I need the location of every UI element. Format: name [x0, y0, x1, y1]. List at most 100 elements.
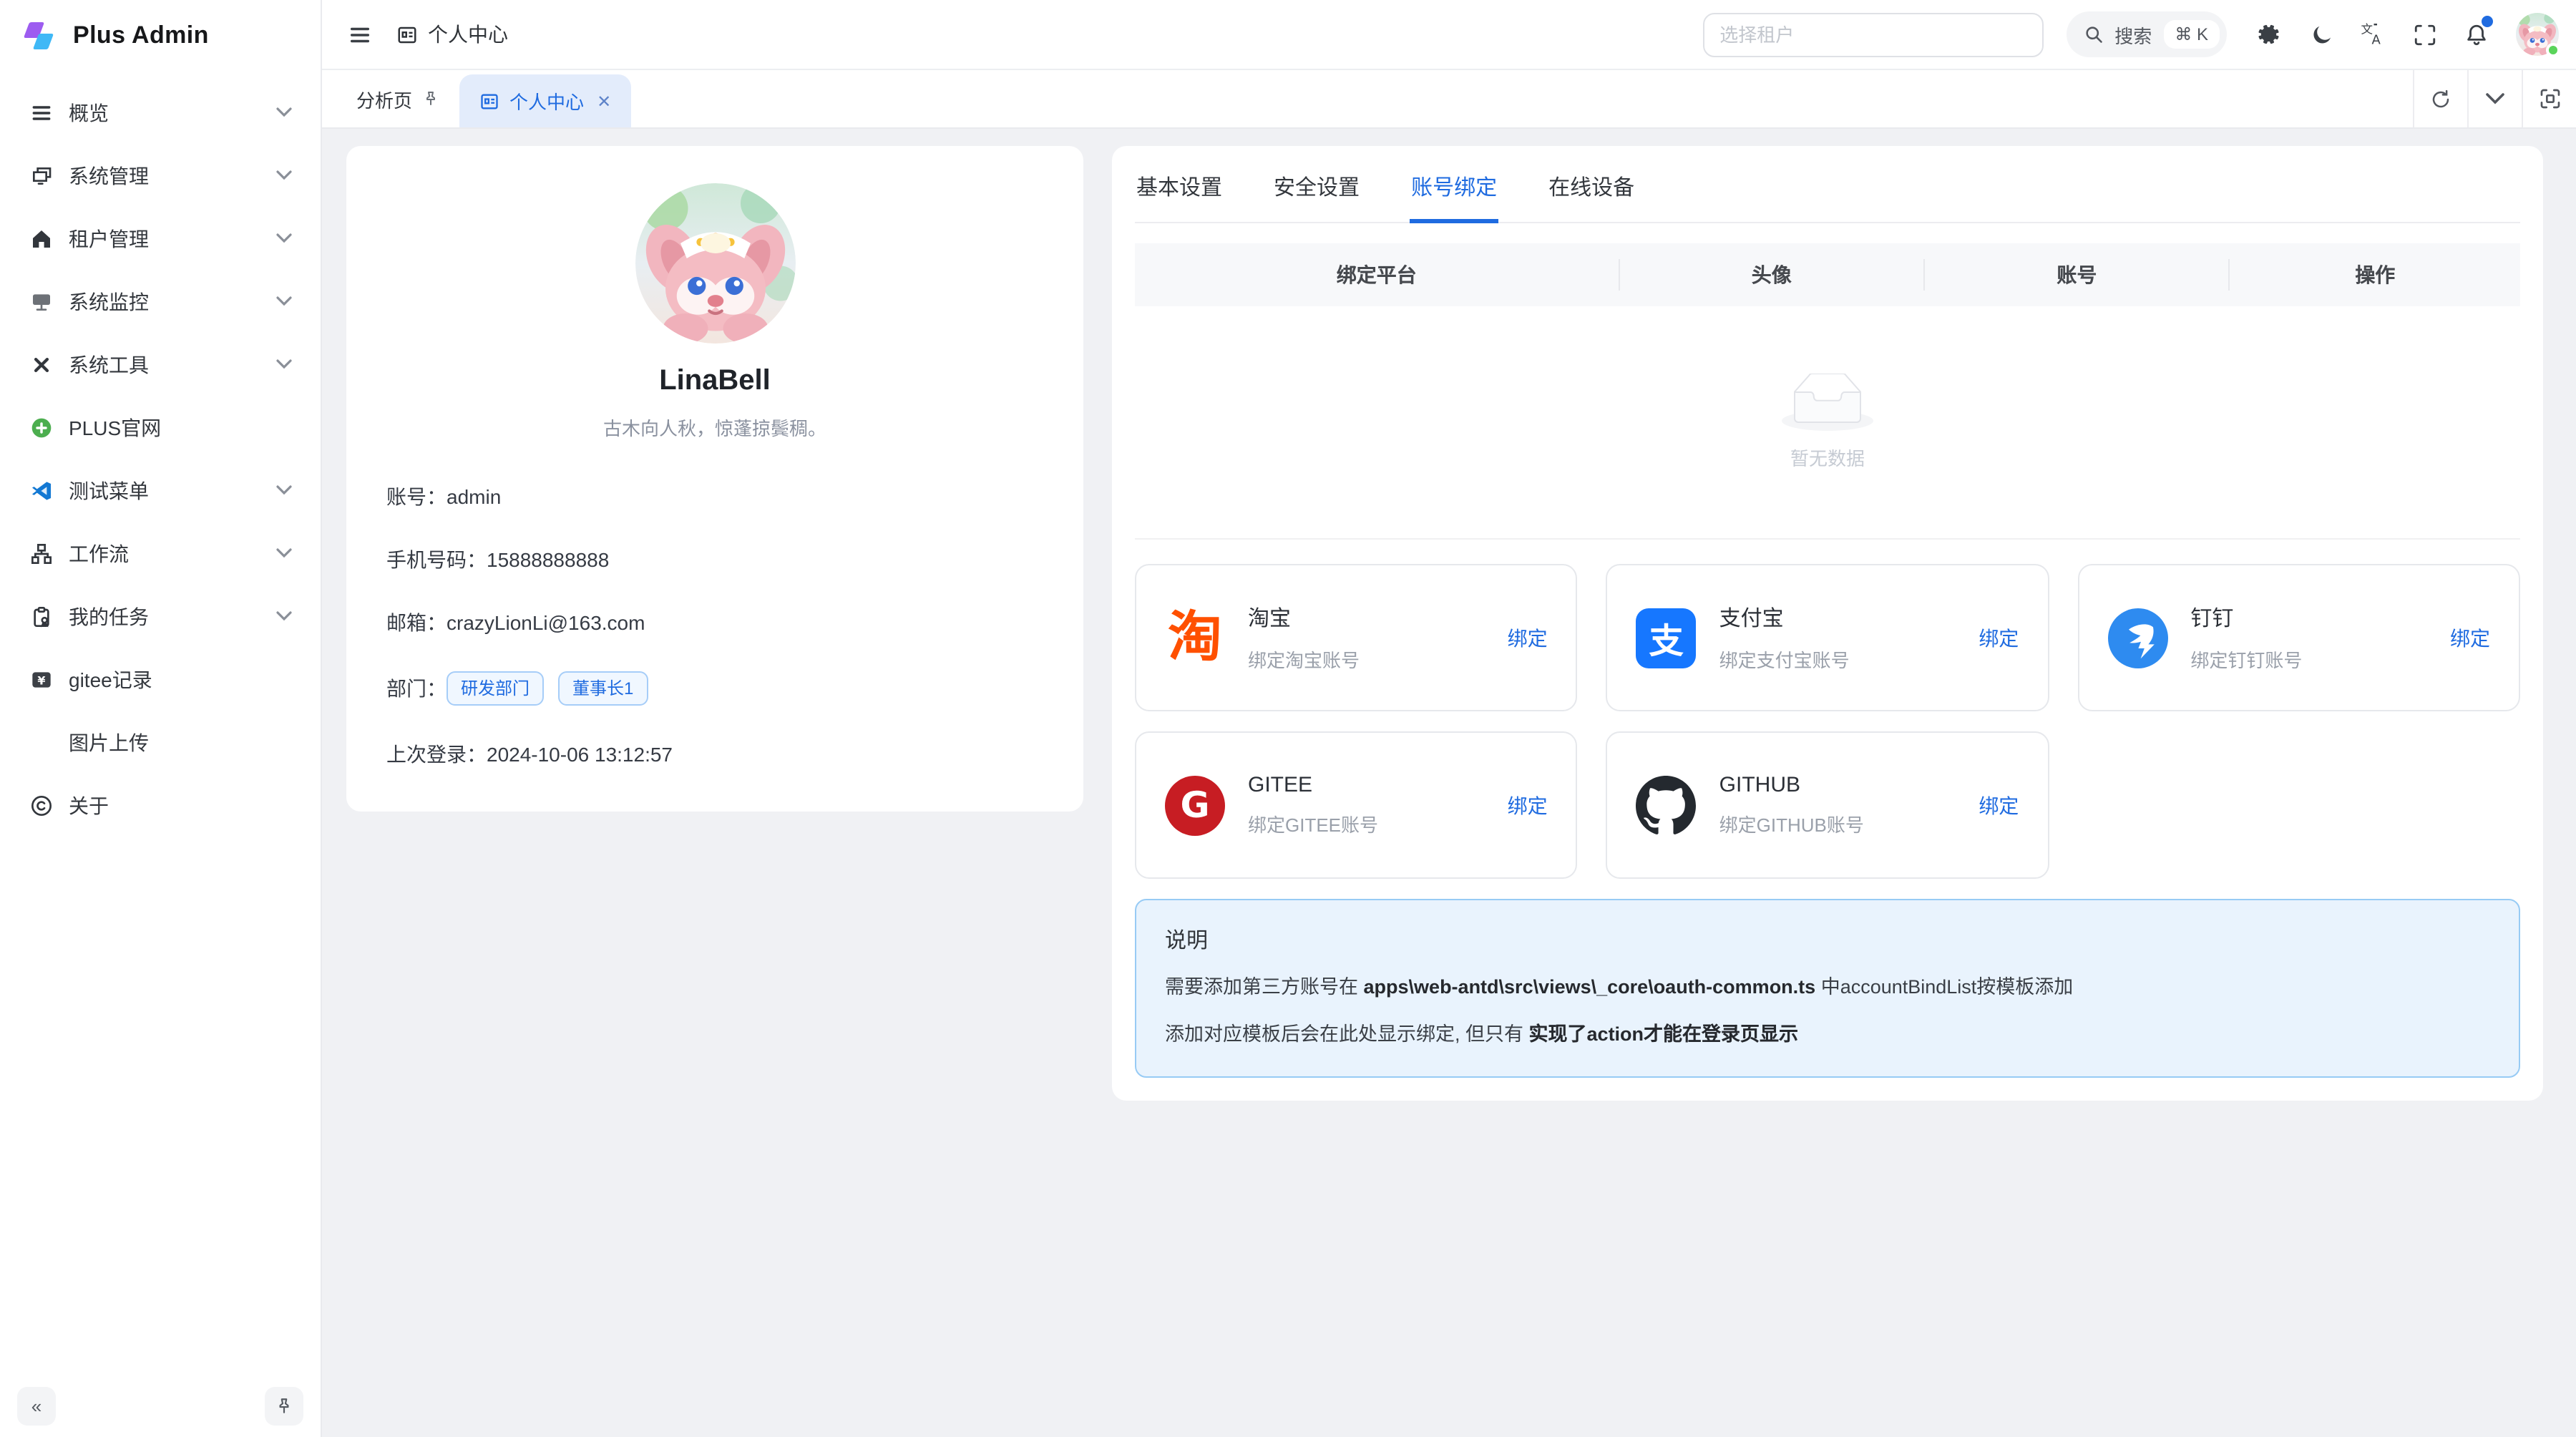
- avatar-image: [635, 183, 795, 344]
- panel-tabs: 基本设置 安全设置 账号绑定 在线设备: [1135, 146, 2520, 223]
- top-header: 个人中心 搜索 ⌘ K 文A: [322, 0, 2576, 70]
- sidebar: Plus Admin 概览 系统管理 租户管理: [0, 0, 322, 1437]
- brand-logo-icon: [20, 16, 60, 56]
- sidebar-item-overview[interactable]: 概览: [14, 86, 306, 139]
- monitor-icon: [29, 163, 53, 187]
- tab-analysis[interactable]: 分析页: [336, 70, 459, 127]
- empty-box-icon: [1782, 374, 1873, 432]
- binding-card-github: GITHUB 绑定GITHUB账号 绑定: [1606, 731, 2049, 879]
- id-card-icon: [479, 91, 499, 111]
- fullscreen-button[interactable]: [2401, 11, 2447, 57]
- binding-cards: 淘 淘宝 绑定淘宝账号 绑定 支 支付宝: [1135, 564, 2520, 879]
- sidebar-item-plus-website[interactable]: PLUS官网: [14, 401, 306, 454]
- sidebar-item-my-tasks[interactable]: 我的任务: [14, 590, 306, 643]
- hamburger-icon: [347, 22, 371, 47]
- tab-security-settings[interactable]: 安全设置: [1272, 146, 1361, 222]
- sidebar-item-system-management[interactable]: 系统管理: [14, 149, 306, 202]
- app-logo: Plus Admin: [0, 0, 321, 72]
- pin-icon: [422, 90, 439, 107]
- close-tab-icon[interactable]: ✕: [597, 91, 611, 111]
- sidebar-item-workflow[interactable]: 工作流: [14, 527, 306, 580]
- user-avatar[interactable]: [2516, 13, 2559, 56]
- sidebar-item-about[interactable]: 关于: [14, 779, 306, 832]
- gitee-icon: G: [1165, 775, 1225, 835]
- empty-state: 暂无数据: [1135, 306, 2520, 538]
- platform-desc: 绑定GITEE账号: [1248, 810, 1378, 837]
- note-line-1: 需要添加第三方账号在 apps\web-antd\src\views\_core…: [1165, 973, 2490, 1002]
- breadcrumb[interactable]: 个人中心: [396, 20, 508, 49]
- profile-card: LinaBell 古木向人秋，惊蓬掠鬓稠。 账号： admin 手机号码： 15…: [346, 146, 1083, 812]
- taobao-icon: 淘: [1165, 608, 1225, 668]
- sidebar-item-image-upload[interactable]: 图片上传: [14, 716, 306, 769]
- bind-link-github[interactable]: 绑定: [1979, 791, 2019, 819]
- maximize-content-button[interactable]: [2522, 70, 2576, 127]
- binding-card-gitee: G GITEE 绑定GITEE账号 绑定: [1135, 731, 1578, 879]
- dark-mode-button[interactable]: [2298, 11, 2344, 57]
- chevron-down-icon: [276, 233, 292, 243]
- sidebar-menu: 概览 系统管理 租户管理 系统监控: [0, 72, 321, 1374]
- sidebar-item-tenant-management[interactable]: 租户管理: [14, 212, 306, 265]
- github-icon: [1636, 775, 1697, 835]
- sidebar-item-test-menu[interactable]: 测试菜单: [14, 464, 306, 517]
- tabbar-actions: [2413, 70, 2576, 127]
- fullscreen-icon: [2412, 22, 2436, 47]
- language-button[interactable]: 文A: [2350, 11, 2396, 57]
- tab-account-binding[interactable]: 账号绑定: [1410, 146, 1498, 222]
- tab-basic-settings[interactable]: 基本设置: [1135, 146, 1224, 222]
- platform-desc: 绑定淘宝账号: [1248, 646, 1360, 673]
- sitemap-icon: [29, 541, 53, 565]
- tools-icon: [29, 352, 53, 376]
- note-line-2: 添加对应模板后会在此处显示绑定, 但只有 实现了action才能在登录页显示: [1165, 1020, 2490, 1049]
- sidebar-footer: «: [0, 1374, 321, 1437]
- platform-name: 淘宝: [1248, 603, 1360, 633]
- dingtalk-icon: [2107, 608, 2167, 668]
- binding-card-dingtalk: 钉钉 绑定钉钉账号 绑定: [2077, 564, 2520, 711]
- refresh-icon: [2430, 88, 2451, 109]
- note-title: 说明: [1165, 925, 2490, 955]
- tab-profile-center[interactable]: 个人中心 ✕: [459, 74, 631, 127]
- alipay-icon: 支: [1636, 608, 1697, 668]
- settings-button[interactable]: [2247, 11, 2293, 57]
- profile-fields: 账号： admin 手机号码： 15888888888 邮箱： crazyLio…: [386, 482, 1043, 769]
- profile-name: LinaBell: [386, 365, 1043, 398]
- bind-link-gitee[interactable]: 绑定: [1508, 791, 1548, 819]
- sidebar-item-gitee-records[interactable]: ¥ gitee记录: [14, 653, 306, 706]
- global-search-button[interactable]: 搜索 ⌘ K: [2066, 11, 2227, 57]
- empty-text: 暂无数据: [1790, 444, 1865, 471]
- bind-link-taobao[interactable]: 绑定: [1508, 623, 1548, 652]
- bind-link-alipay[interactable]: 绑定: [1979, 623, 2019, 652]
- maximize-icon: [2538, 87, 2561, 110]
- pin-icon: [275, 1396, 293, 1415]
- copyright-icon: [29, 793, 53, 817]
- search-shortcut-kbd: ⌘ K: [2163, 20, 2220, 49]
- refresh-tab-button[interactable]: [2413, 70, 2467, 127]
- col-account: 账号: [1925, 259, 2230, 291]
- sidebar-item-system-monitor[interactable]: 系统监控: [14, 275, 306, 328]
- tab-online-devices[interactable]: 在线设备: [1547, 146, 1636, 222]
- home-icon: [29, 226, 53, 250]
- platform-desc: 绑定支付宝账号: [1719, 646, 1850, 673]
- platform-desc: 绑定GITHUB账号: [1719, 810, 1864, 837]
- yuan-badge-icon: ¥: [29, 667, 53, 691]
- vscode-icon: [29, 478, 53, 502]
- binding-table-header: 绑定平台 头像 账号 操作: [1135, 243, 2520, 306]
- plus-circle-icon: [29, 415, 53, 439]
- sidebar-collapse-button[interactable]: «: [17, 1386, 56, 1425]
- sidebar-pin-button[interactable]: [265, 1386, 303, 1425]
- translate-icon: 文A: [2360, 21, 2386, 47]
- sidebar-item-system-tools[interactable]: 系统工具: [14, 338, 306, 391]
- binding-table: 绑定平台 头像 账号 操作 暂无数据: [1135, 243, 2520, 540]
- bind-link-dingtalk[interactable]: 绑定: [2450, 623, 2490, 652]
- clipboard-icon: [29, 604, 53, 628]
- profile-field-account: 账号： admin: [386, 482, 1043, 511]
- chevron-down-icon: [276, 548, 292, 558]
- notifications-button[interactable]: [2453, 11, 2499, 57]
- tenant-select-input[interactable]: [1702, 12, 2043, 57]
- tab-menu-button[interactable]: [2467, 70, 2522, 127]
- sidebar-toggle-button[interactable]: [336, 11, 382, 57]
- profile-avatar: [635, 183, 795, 344]
- profile-motto: 古木向人秋，惊蓬掠鬓稠。: [386, 414, 1043, 441]
- chevron-down-icon: [276, 170, 292, 180]
- profile-field-department: 部门： 研发部门 董事长1: [386, 671, 1043, 706]
- notification-dot: [2482, 16, 2493, 27]
